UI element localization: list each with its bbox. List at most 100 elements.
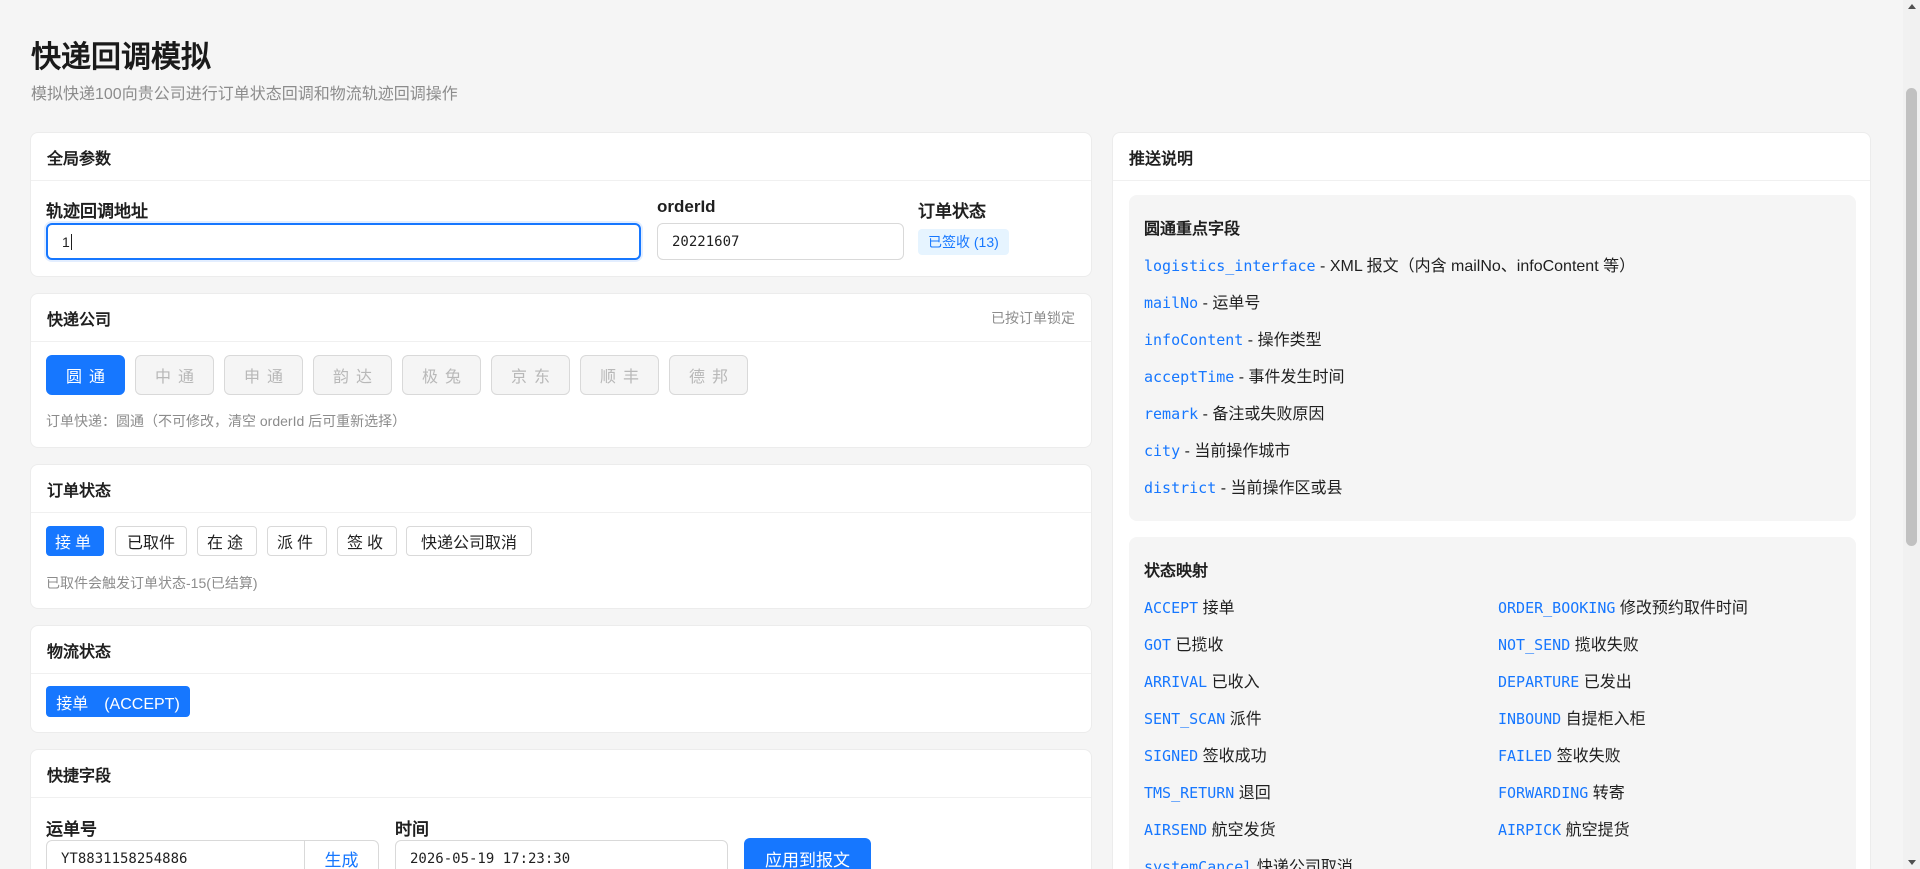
scrollbar-thumb[interactable] (1906, 88, 1917, 546)
field-row: infoContent - 操作类型 (1144, 326, 1322, 350)
logistics-status-title: 物流状态 (47, 643, 112, 661)
mapping-code: GOT (1144, 636, 1172, 654)
mapping-desc: 已收入 (1207, 674, 1260, 691)
logistics-status-card: 物流状态 接单 (ACCEPT) (30, 625, 1092, 733)
push-info-title: 推送说明 (1129, 150, 1194, 168)
mapping-row: DEPARTURE 已发出 (1498, 668, 1632, 692)
mapping-code: AIRSEND (1144, 821, 1208, 839)
mapping-row: SENT_SCAN 派件 (1144, 705, 1262, 729)
courier-card: 快递公司 已按订单锁定 圆通 中通 申通 韵达 极兔 京东 顺丰 德邦 订单快递… (30, 293, 1092, 448)
logistics-status-header: 物流状态 (31, 626, 1091, 674)
order-status-hint: 已取件会触发订单状态-15(已结算) (46, 575, 258, 591)
courier-button-yto[interactable]: 圆通 (46, 355, 125, 395)
page-subtitle: 模拟快递100向贵公司进行订单状态回调和物流轨迹回调操作 (31, 86, 458, 103)
courier-button-zto[interactable]: 中通 (135, 355, 214, 395)
courier-button-deppon[interactable]: 德邦 (669, 355, 748, 395)
generate-button[interactable]: 生成 (304, 840, 379, 869)
mapping-row: SIGNED 签收成功 (1144, 742, 1267, 766)
field-row: remark - 备注或失败原因 (1144, 400, 1324, 424)
courier-header: 快递公司 已按订单锁定 (31, 294, 1091, 342)
mapping-code: SIGNED (1144, 747, 1199, 765)
key-fields-panel: 圆通重点字段 logistics_interface - XML 报文（内含 m… (1129, 195, 1856, 521)
field-row: city - 当前操作城市 (1144, 437, 1290, 461)
time-label: 时间 (395, 820, 429, 839)
mapping-desc: 派件 (1225, 711, 1262, 728)
field-code: remark (1144, 405, 1199, 423)
text-cursor (70, 233, 72, 250)
mapping-code: ORDER_BOOKING (1498, 599, 1616, 617)
mapping-code: SENT_SCAN (1144, 710, 1226, 728)
courier-button-jd[interactable]: 京东 (491, 355, 570, 395)
mapping-code: ACCEPT (1144, 599, 1199, 617)
page-scrollbar[interactable] (1903, 0, 1920, 869)
field-row: mailNo - 运单号 (1144, 289, 1260, 313)
status-button-cancel[interactable]: 快递公司取消 (406, 526, 532, 556)
field-row: district - 当前操作区或县 (1144, 474, 1342, 498)
mapping-desc: 转寄 (1588, 785, 1625, 802)
field-row: logistics_interface - XML 报文（内含 mailNo、i… (1144, 252, 1635, 276)
logistics-status-tag: 接单 (ACCEPT) (46, 686, 190, 717)
status-button-delivering[interactable]: 派件 (267, 526, 327, 556)
time-value: 2026-05-19 17:23:30 (410, 850, 571, 867)
field-code: logistics_interface (1144, 257, 1316, 275)
quick-fields-header: 快捷字段 (31, 750, 1091, 798)
mapping-desc: 修改预约取件时间 (1615, 600, 1748, 617)
mapping-code: DEPARTURE (1498, 673, 1580, 691)
mapping-row: AIRPICK 航空提货 (1498, 816, 1630, 840)
status-button-picked[interactable]: 已取件 (115, 526, 187, 556)
field-row: acceptTime - 事件发生时间 (1144, 363, 1345, 387)
orderid-input[interactable]: 20221607 (657, 223, 904, 260)
mapping-row: FORWARDING 转寄 (1498, 779, 1625, 803)
mapping-row: INBOUND 自提柜入柜 (1498, 705, 1646, 729)
mapping-row: systemCancel 快递公司取消 (1144, 853, 1353, 869)
field-desc: - 备注或失败原因 (1198, 406, 1325, 423)
callback-url-input[interactable]: 1 (46, 223, 641, 260)
mapping-desc: 揽收失败 (1570, 637, 1639, 654)
push-info-card: 推送说明 圆通重点字段 logistics_interface - XML 报文… (1112, 132, 1871, 869)
mapping-desc: 已发出 (1579, 674, 1632, 691)
time-input[interactable]: 2026-05-19 17:23:30 (395, 840, 728, 869)
mapping-row: GOT 已揽收 (1144, 631, 1224, 655)
mapping-desc: 快递公司取消 (1252, 859, 1353, 869)
waybill-input[interactable]: YT8831158254886 (46, 840, 305, 869)
mapping-row: ARRIVAL 已收入 (1144, 668, 1260, 692)
waybill-value: YT8831158254886 (61, 850, 188, 867)
mapping-row: ORDER_BOOKING 修改预约取件时间 (1498, 594, 1748, 618)
mapping-desc: 航空提货 (1561, 822, 1630, 839)
apply-to-message-button[interactable]: 应用到报文 (744, 838, 871, 869)
status-button-signed[interactable]: 签收 (337, 526, 397, 556)
mapping-row: AIRSEND 航空发货 (1144, 816, 1276, 840)
quick-fields-card: 快捷字段 运单号 YT8831158254886 生成 时间 2026-05-1… (30, 749, 1092, 869)
mapping-row: ACCEPT 接单 (1144, 594, 1235, 618)
mapping-row: NOT_SEND 揽收失败 (1498, 631, 1639, 655)
mapping-desc: 签收成功 (1198, 748, 1267, 765)
courier-button-yunda[interactable]: 韵达 (313, 355, 392, 395)
field-code: acceptTime (1144, 368, 1235, 386)
courier-button-jitu[interactable]: 极兔 (402, 355, 481, 395)
field-desc: - XML 报文（内含 mailNo、infoContent 等） (1315, 258, 1636, 275)
courier-hint: 订单快递：圆通（不可修改，清空 orderId 后可重新选择） (46, 413, 407, 429)
mapping-desc: 退回 (1234, 785, 1271, 802)
global-params-card: 全局参数 轨迹回调地址 1 orderId 20221607 订单状态 已签收 … (30, 132, 1092, 277)
courier-title: 快递公司 (47, 311, 112, 329)
mapping-code: FAILED (1498, 747, 1553, 765)
mapping-code: AIRPICK (1498, 821, 1562, 839)
scroll-up-arrow-icon[interactable] (1908, 4, 1916, 9)
courier-button-sf[interactable]: 顺丰 (580, 355, 659, 395)
status-button-accept[interactable]: 接单 (46, 526, 104, 556)
field-code: mailNo (1144, 294, 1199, 312)
order-status-badge: 已签收 (13) (918, 229, 1009, 255)
order-status-title: 订单状态 (47, 482, 112, 500)
mapping-row: TMS_RETURN 退回 (1144, 779, 1271, 803)
page-title: 快递回调模拟 (31, 41, 211, 74)
status-mapping-title: 状态映射 (1144, 563, 1209, 580)
status-button-transit[interactable]: 在途 (197, 526, 257, 556)
field-desc: - 事件发生时间 (1234, 369, 1345, 386)
global-params-header: 全局参数 (31, 133, 1091, 181)
courier-button-sto[interactable]: 申通 (224, 355, 303, 395)
orderid-value: 20221607 (672, 233, 740, 250)
scroll-down-arrow-icon[interactable] (1908, 860, 1916, 865)
global-params-title: 全局参数 (47, 150, 112, 168)
push-info-header: 推送说明 (1113, 133, 1870, 181)
field-desc: - 操作类型 (1243, 332, 1322, 349)
